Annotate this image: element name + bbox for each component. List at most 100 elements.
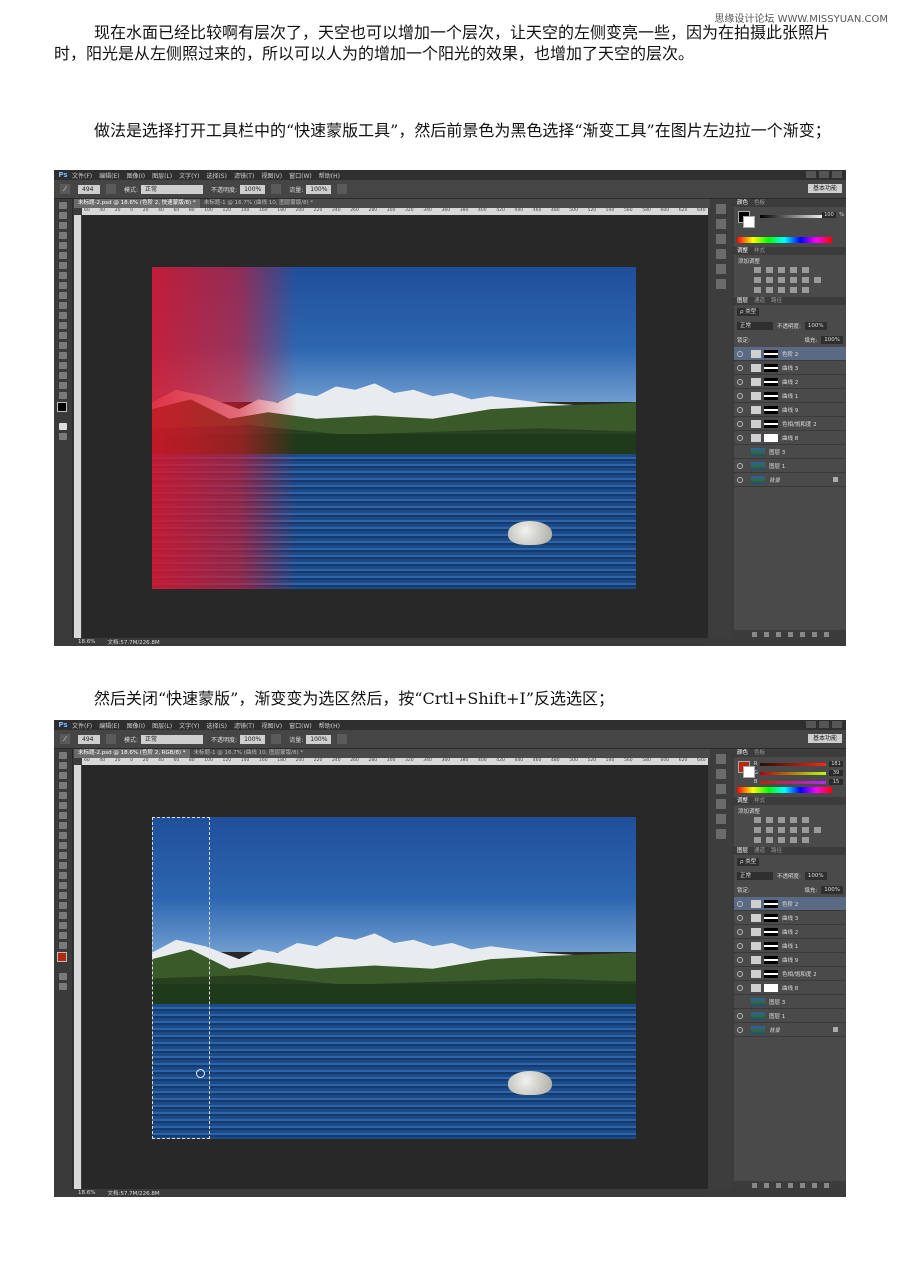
exposure-icon[interactable] xyxy=(790,817,797,823)
layer-name[interactable]: 图层 3 xyxy=(769,998,785,1006)
properties-panel-icon[interactable] xyxy=(716,234,726,244)
brush-tool-icon[interactable] xyxy=(59,822,67,829)
eye-icon[interactable] xyxy=(737,420,743,427)
menu-file[interactable]: 文件(F) xyxy=(72,721,92,730)
opacity-input[interactable]: 100% xyxy=(240,734,266,744)
layer-row[interactable]: 色阶 2 xyxy=(734,897,846,911)
brush-panel-icon[interactable] xyxy=(106,734,116,744)
layer-name[interactable]: 曲线 1 xyxy=(782,942,798,950)
threshold-icon[interactable] xyxy=(778,837,785,843)
doc-tab-active[interactable]: 未标题-2.psd @ 18.6% (色阶 2, RGB/8) * xyxy=(74,749,190,758)
blend-mode-select[interactable]: 正常 xyxy=(737,322,773,330)
paragraph-panel-icon[interactable] xyxy=(716,264,726,274)
blur-tool-icon[interactable] xyxy=(59,872,67,879)
tab-swatches[interactable]: 色板 xyxy=(754,199,765,207)
tab-paths[interactable]: 路径 xyxy=(771,847,782,855)
layer-row[interactable]: 背景 xyxy=(734,473,846,487)
menu-file[interactable]: 文件(F) xyxy=(72,171,92,180)
doc-tab[interactable]: 未标题-1 @ 16.7% (曲线 10, 图层蒙版/8) * xyxy=(200,199,318,208)
layer-mask-thumb[interactable] xyxy=(764,983,778,992)
path-select-tool-icon[interactable] xyxy=(59,912,67,919)
adjust-layer-icon[interactable] xyxy=(787,631,793,637)
pen-tool-icon[interactable] xyxy=(59,342,67,349)
layer-mask-thumb[interactable] xyxy=(764,969,778,978)
eye-icon[interactable] xyxy=(737,462,743,469)
selective-color-icon[interactable] xyxy=(802,287,809,293)
gradient-map-icon[interactable] xyxy=(790,287,797,293)
layer-row[interactable]: 曲线 9 xyxy=(734,403,846,417)
mode-select[interactable]: 正常 xyxy=(141,184,204,194)
folder-icon[interactable] xyxy=(799,631,805,637)
threshold-icon[interactable] xyxy=(778,287,785,293)
mixer-icon[interactable] xyxy=(802,277,809,283)
brush-presets-icon[interactable] xyxy=(716,279,726,289)
fill-input[interactable]: 100% xyxy=(821,336,843,344)
layer-opacity-input[interactable]: 100% xyxy=(804,322,827,330)
eye-icon[interactable] xyxy=(737,1026,743,1033)
color-balance-icon[interactable] xyxy=(766,277,773,283)
vibrance-icon[interactable] xyxy=(802,817,809,823)
tab-adjustments[interactable]: 调整 xyxy=(737,797,748,805)
tab-color[interactable]: 颜色 xyxy=(737,749,748,757)
curves-icon[interactable] xyxy=(778,817,785,823)
layer-row[interactable]: 曲线 2 xyxy=(734,925,846,939)
layer-row[interactable]: 曲线 1 xyxy=(734,389,846,403)
properties-panel-icon[interactable] xyxy=(716,784,726,794)
move-tool-icon[interactable] xyxy=(59,752,67,759)
layer-name[interactable]: 曲线 2 xyxy=(782,378,798,386)
lasso-tool-icon[interactable] xyxy=(59,772,67,779)
pen-tool-icon[interactable] xyxy=(59,892,67,899)
foreground-color-swatch[interactable] xyxy=(57,952,67,962)
menu-type[interactable]: 文字(Y) xyxy=(179,171,199,180)
g-slider[interactable] xyxy=(760,772,826,775)
stamp-tool-icon[interactable] xyxy=(59,832,67,839)
layer-name[interactable]: 曲线 9 xyxy=(782,956,798,964)
layer-row[interactable]: 背景 xyxy=(734,1023,846,1037)
layer-row[interactable]: 曲线 8 xyxy=(734,981,846,995)
blend-mode-select[interactable]: 正常 xyxy=(737,872,773,880)
quick-mask-icon[interactable] xyxy=(59,973,67,980)
tab-channels[interactable]: 通道 xyxy=(754,297,765,305)
eye-icon[interactable] xyxy=(737,956,743,963)
menu-window[interactable]: 窗口(W) xyxy=(289,721,312,730)
mixer-icon[interactable] xyxy=(802,827,809,833)
layer-name[interactable]: 图层 3 xyxy=(769,448,785,456)
layer-name[interactable]: 背景 xyxy=(769,476,780,484)
tab-paths[interactable]: 路径 xyxy=(771,297,782,305)
new-layer-icon[interactable] xyxy=(811,631,817,637)
lasso-tool-icon[interactable] xyxy=(59,222,67,229)
marquee-tool-icon[interactable] xyxy=(59,212,67,219)
pressure-opacity-icon[interactable] xyxy=(271,184,282,194)
eye-icon[interactable] xyxy=(737,984,743,991)
doc-tab-active[interactable]: 未标题-2.psd @ 18.6% (色阶 2, 快速蒙版/8) * xyxy=(74,199,200,208)
healing-tool-icon[interactable] xyxy=(59,812,67,819)
brush-tool-icon[interactable]: ⁄ xyxy=(60,734,70,744)
vibrance-icon[interactable] xyxy=(802,267,809,273)
brush-tool-icon[interactable]: ⁄ xyxy=(60,184,70,194)
photo-filter-icon[interactable] xyxy=(790,277,797,283)
history-panel-icon[interactable] xyxy=(716,754,726,764)
airbrush-icon[interactable] xyxy=(337,734,348,744)
menu-help[interactable]: 帮助(H) xyxy=(319,721,340,730)
eye-icon[interactable] xyxy=(737,942,743,949)
levels-icon[interactable] xyxy=(766,817,773,823)
layer-mask-thumb[interactable] xyxy=(764,363,778,372)
k-slider[interactable] xyxy=(760,215,826,218)
layer-name[interactable]: 曲线 2 xyxy=(782,928,798,936)
layer-mask-thumb[interactable] xyxy=(764,377,778,386)
layer-name[interactable]: 背景 xyxy=(769,1026,780,1034)
brush-size-picker[interactable]: 494 xyxy=(78,184,100,194)
layer-row[interactable]: 曲线 3 xyxy=(734,361,846,375)
workspace-select[interactable]: 基本功能 xyxy=(807,734,842,743)
layer-row[interactable]: 图层 3 xyxy=(734,995,846,1009)
history-brush-icon[interactable] xyxy=(59,842,67,849)
brush-presets-icon[interactable] xyxy=(716,829,726,839)
layer-opacity-input[interactable]: 100% xyxy=(804,872,827,880)
layer-row[interactable]: 曲线 3 xyxy=(734,911,846,925)
invert-icon[interactable] xyxy=(754,837,761,843)
tab-layers[interactable]: 图层 xyxy=(737,297,748,305)
gradient-tool-icon[interactable] xyxy=(59,862,67,869)
menu-layer[interactable]: 图层(L) xyxy=(152,721,172,730)
layer-row[interactable]: 曲线 8 xyxy=(734,431,846,445)
hand-tool-icon[interactable] xyxy=(59,932,67,939)
